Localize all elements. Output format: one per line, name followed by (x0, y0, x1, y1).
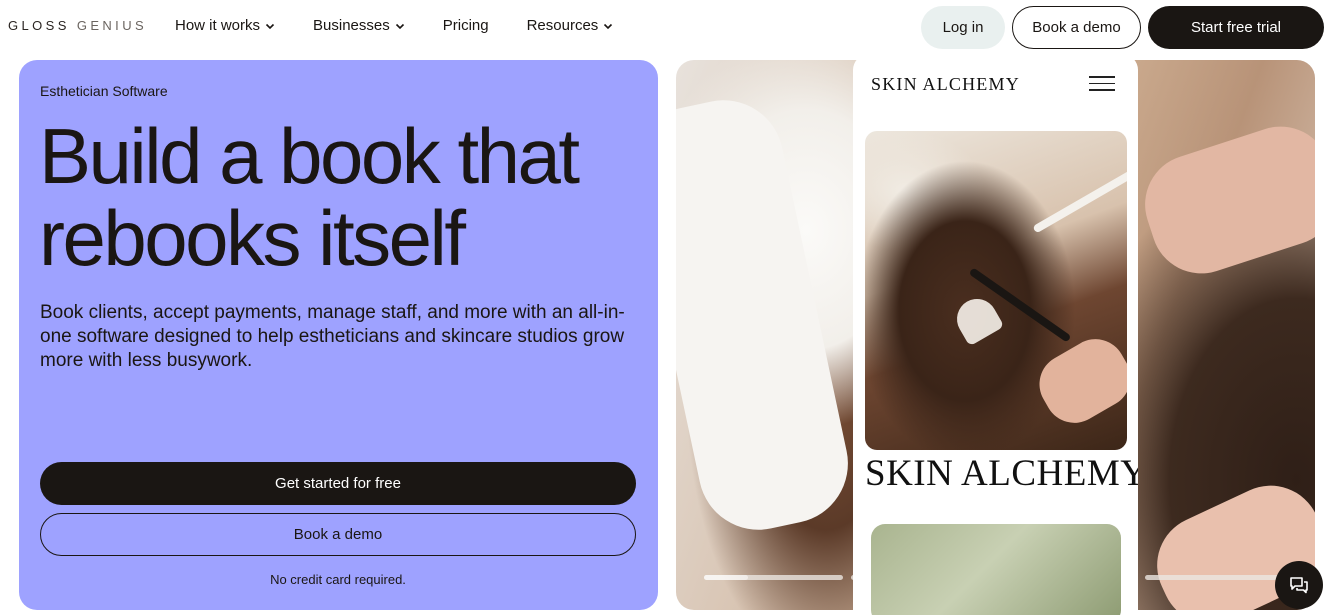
photo-fingers-shape (1028, 328, 1127, 434)
headline-line-1: Build a book that (39, 112, 580, 200)
menu-item-resources[interactable]: Resources (527, 17, 614, 34)
top-navigation: GLOSS GENIUS How it works Businesses Pri… (0, 0, 1335, 56)
leaf-photo (871, 524, 1121, 615)
hero-book-demo-button[interactable]: Book a demo (40, 513, 636, 556)
facial-treatment-photo (865, 131, 1127, 450)
chevron-down-icon (265, 23, 275, 30)
chevron-down-icon (395, 23, 404, 30)
hero-headline: Build a book that rebooks itself (39, 115, 649, 279)
phone-mockup: SKIN ALCHEMY SKIN ALCHEMY (853, 54, 1138, 615)
logo-word-genius: GENIUS (76, 18, 148, 33)
book-demo-button[interactable]: Book a demo (1012, 6, 1141, 49)
gloss-genius-logo[interactable]: GLOSS GENIUS (8, 18, 147, 33)
start-free-trial-button[interactable]: Start free trial (1148, 6, 1324, 49)
menu-item-label: Businesses (313, 17, 390, 34)
menu-item-label: Pricing (442, 17, 489, 34)
photo-towel-shape (676, 89, 860, 541)
phone-brand-name: SKIN ALCHEMY (871, 74, 1020, 94)
photo-tool-shape (1032, 156, 1127, 234)
carousel-progress-bar[interactable] (1145, 575, 1284, 580)
photo-hand-shape (1132, 113, 1315, 287)
logo-word-gloss: GLOSS (8, 18, 70, 33)
menu-item-label: How it works (175, 17, 261, 34)
chevron-down-icon (604, 23, 613, 30)
menu-item-businesses[interactable]: Businesses (313, 17, 405, 34)
menu-item-how-it-works[interactable]: How it works (175, 17, 275, 34)
chat-button[interactable] (1275, 561, 1323, 609)
menu-item-label: Resources (526, 17, 599, 34)
carousel-progress-fill (704, 575, 749, 580)
headline-line-2: rebooks itself (39, 194, 466, 282)
hamburger-menu-icon[interactable] (1089, 76, 1115, 92)
get-started-button[interactable]: Get started for free (40, 462, 636, 505)
phone-brand-wordmark: SKIN ALCHEMY (865, 453, 1138, 494)
no-credit-card-note: No credit card required. (270, 572, 406, 587)
hero-eyebrow: Esthetician Software (40, 83, 168, 99)
menu-item-pricing[interactable]: Pricing (443, 17, 489, 34)
main-menu: How it works Businesses Pricing Resource… (175, 17, 651, 34)
carousel-progress-bar[interactable] (704, 575, 843, 580)
hero-card: Esthetician Software Build a book that r… (19, 60, 658, 610)
login-button[interactable]: Log in (921, 6, 1005, 49)
chat-icon (1290, 577, 1308, 594)
hero-subtext: Book clients, accept payments, manage st… (40, 302, 625, 371)
photo-fan-brush-shape (949, 291, 1005, 347)
